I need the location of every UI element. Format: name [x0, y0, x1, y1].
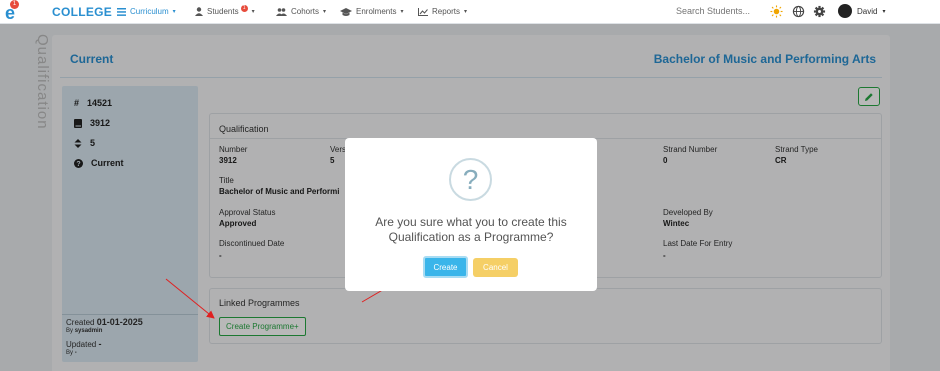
confirm-dialog: ? Are you sure what you to create this Q…	[345, 138, 597, 291]
create-button[interactable]: Create	[423, 256, 468, 278]
cancel-button[interactable]: Cancel	[473, 258, 518, 277]
arrow-to-create-programme	[165, 278, 215, 319]
question-icon: ?	[449, 158, 492, 201]
confirm-message: Are you sure what you to create this Qua…	[375, 215, 567, 244]
